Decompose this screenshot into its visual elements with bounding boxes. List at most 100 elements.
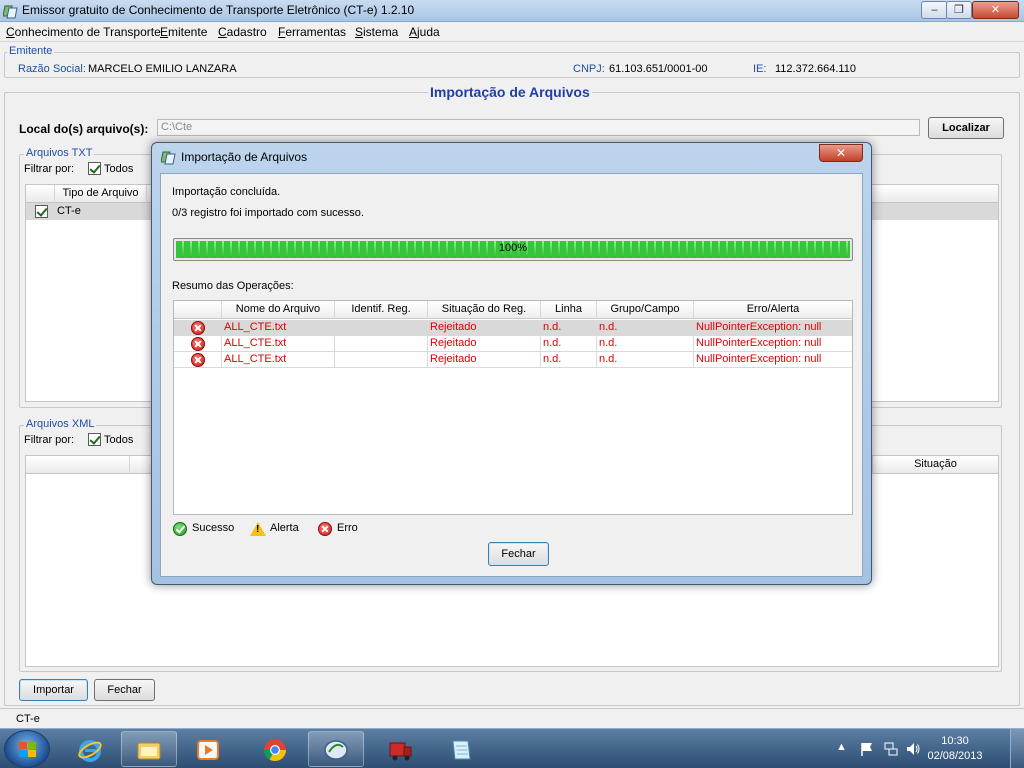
menu-cadastro[interactable]: Cadastro	[218, 25, 267, 39]
status-text: CT-e	[16, 713, 40, 725]
table-row[interactable]: ALL_CTE.txt Rejeitado n.d. n.d. NullPoin…	[174, 320, 852, 336]
minimize-button[interactable]: –	[921, 1, 948, 19]
txt-legend: Arquivos TXT	[24, 147, 95, 159]
window-title: Emissor gratuito de Conhecimento de Tran…	[22, 3, 415, 17]
maximize-button[interactable]: ❐	[946, 1, 972, 19]
menu-ferramentas[interactable]: Ferramentas	[278, 25, 346, 39]
notepad-icon	[452, 740, 471, 760]
taskbar-explorer[interactable]	[121, 731, 177, 767]
volume-icon[interactable]	[905, 741, 921, 757]
cell-erro: NullPointerException: null	[696, 321, 822, 333]
taskbar: ▲ 10:30 02/08/2013	[0, 728, 1024, 768]
cell-identif	[335, 352, 428, 368]
col-situacao: Situação do Reg.	[428, 301, 541, 319]
table-row[interactable]: ALL_CTE.txt Rejeitado n.d. n.d. NullPoin…	[174, 336, 852, 352]
close-button[interactable]: ✕	[972, 1, 1019, 19]
row-icon-cell	[174, 336, 222, 352]
local-input[interactable]: C:\Cte	[157, 119, 920, 136]
razao-social-value: MARCELO EMILIO LANZARA	[88, 63, 237, 75]
col-icon	[174, 301, 222, 319]
dialog-fechar-button[interactable]: Fechar	[488, 542, 549, 566]
media-player-icon	[197, 740, 219, 760]
windows-logo-icon	[19, 742, 37, 758]
cell-situacao: Rejeitado	[428, 352, 541, 368]
legend-sucesso: Sucesso	[192, 522, 235, 534]
progress-text: 100%	[498, 242, 528, 254]
network-icon[interactable]	[883, 741, 899, 757]
success-icon	[173, 522, 187, 536]
txt-col-tipo: Tipo de Arquivo	[55, 185, 147, 203]
status-bar: CT-e	[0, 708, 1024, 728]
menu-conhecimento[interactable]: Conhecimento de Transporte	[6, 25, 161, 39]
col-linha: Linha	[541, 301, 597, 319]
truck-icon	[389, 742, 412, 761]
cnpj-label: CNPJ:	[573, 63, 605, 75]
table-row[interactable]: ALL_CTE.txt Rejeitado n.d. n.d. NullPoin…	[174, 352, 852, 368]
start-button[interactable]	[4, 730, 50, 768]
action-center-flag-icon[interactable]	[859, 741, 875, 757]
cnpj-value: 61.103.651/0001-00	[609, 63, 708, 75]
col-nome-arquivo: Nome do Arquivo	[222, 301, 335, 319]
error-icon	[318, 522, 332, 536]
txt-todos-label: Todos	[104, 163, 134, 175]
razao-social-label: Razão Social:	[18, 63, 86, 75]
col-erro: Erro/Alerta	[746, 303, 800, 315]
txt-row-checkbox[interactable]	[35, 205, 48, 218]
txt-check-col	[26, 185, 55, 203]
taskbar-ie[interactable]	[62, 731, 118, 767]
cell-grupo: n.d.	[597, 336, 694, 352]
menu-sistema[interactable]: Sistema	[355, 25, 398, 39]
cell-linha: n.d.	[541, 352, 597, 368]
ie-value: 112.372.664.110	[775, 63, 856, 75]
xml-col-situacao: Situação	[872, 456, 998, 474]
ie-label: IE:	[753, 63, 767, 75]
dialog-close-button[interactable]: ✕	[819, 144, 863, 162]
legend-erro: Erro	[337, 522, 358, 534]
cell-erro: NullPointerException: null	[696, 337, 822, 349]
clock-time: 10:30	[941, 735, 969, 747]
tray-overflow-arrow[interactable]: ▲	[836, 741, 847, 768]
app-icon	[161, 151, 176, 165]
menu-emitente[interactable]: Emitente	[160, 25, 207, 39]
cell-linha: n.d.	[541, 336, 597, 352]
panel-title: Importação de Arquivos	[428, 84, 592, 100]
warning-icon	[250, 522, 266, 536]
fechar-main-button[interactable]: Fechar	[94, 679, 155, 701]
resumo-label: Resumo das Operações:	[172, 280, 294, 292]
taskbar-notepad[interactable]	[433, 731, 489, 767]
txt-filter-label: Filtrar por:	[24, 163, 75, 175]
xml-legend: Arquivos XML	[24, 418, 97, 430]
menu-bar: Conhecimento de Transporte Emitente Cada…	[0, 22, 1024, 42]
taskbar-media-player[interactable]	[180, 731, 236, 767]
error-icon	[191, 353, 205, 367]
cell-arquivo: ALL_CTE.txt	[222, 320, 335, 336]
menu-ajuda[interactable]: Ajuda	[409, 25, 440, 39]
taskbar-cte[interactable]	[308, 731, 364, 767]
row-icon-cell	[174, 320, 222, 336]
chrome-icon	[264, 739, 286, 761]
message-1: Importação concluída.	[172, 186, 281, 198]
import-dialog: Importação de Arquivos ✕ Importação conc…	[151, 142, 872, 585]
cell-grupo: n.d.	[597, 320, 694, 336]
xml-todos-label: Todos	[104, 434, 134, 446]
title-bar: Emissor gratuito de Conhecimento de Tran…	[0, 0, 1024, 22]
resumo-table: Nome do Arquivo Identif. Reg. Situação d…	[173, 300, 853, 515]
cell-identif	[335, 320, 428, 336]
show-desktop-button[interactable]	[1010, 729, 1024, 768]
dialog-title-bar: Importação de Arquivos ✕	[152, 143, 871, 169]
taskbar-chrome[interactable]	[247, 731, 303, 767]
importar-button[interactable]: Importar	[19, 679, 88, 701]
cell-arquivo: ALL_CTE.txt	[222, 336, 335, 352]
xml-todos-checkbox[interactable]	[88, 433, 101, 446]
message-2: 0/3 registro foi importado com sucesso.	[172, 207, 364, 219]
txt-todos-checkbox[interactable]	[88, 162, 101, 175]
clock[interactable]: 10:30 02/08/2013	[920, 734, 990, 764]
cell-erro: NullPointerException: null	[696, 353, 822, 365]
emitente-legend: Emitente	[7, 45, 55, 57]
taskbar-truck-app[interactable]	[372, 731, 428, 767]
cell-grupo: n.d.	[597, 352, 694, 368]
resumo-table-header: Nome do Arquivo Identif. Reg. Situação d…	[174, 301, 852, 319]
cell-situacao: Rejeitado	[428, 336, 541, 352]
localizar-button[interactable]: Localizar	[928, 117, 1004, 139]
cell-arquivo: ALL_CTE.txt	[222, 352, 335, 368]
